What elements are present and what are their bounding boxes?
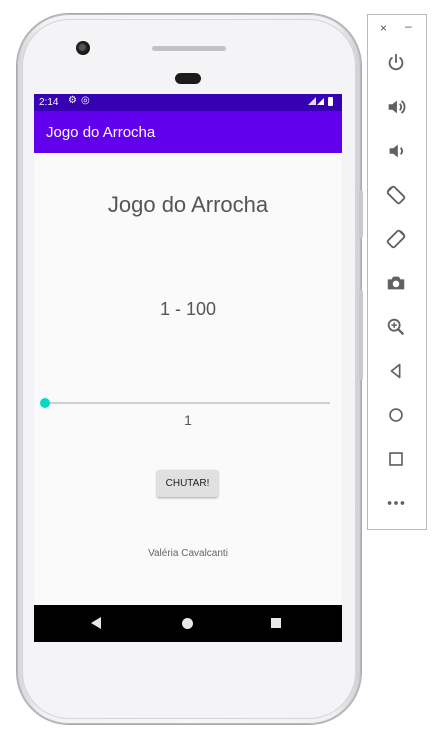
game-title: Jogo do Arrocha (107, 192, 269, 217)
app-bar-title: Jogo do Arrocha (46, 124, 156, 141)
slider-value: 1 (184, 412, 192, 428)
sync-icon: ◎ (80, 95, 94, 106)
zoom-icon[interactable] (384, 315, 408, 339)
volume-up-icon[interactable] (384, 95, 408, 119)
phone-volume-side-button (359, 290, 363, 380)
author-credit: Valéria Cavalcanti (148, 548, 228, 559)
rotate-left-icon[interactable] (384, 183, 408, 207)
back-icon[interactable] (384, 359, 408, 383)
volume-down-icon[interactable] (384, 139, 408, 163)
more-icon[interactable] (384, 491, 408, 515)
slider-thumb[interactable] (40, 398, 50, 408)
nav-home-icon[interactable] (182, 618, 193, 629)
status-notification-icons: ⚙◎ (68, 95, 94, 106)
rotate-right-icon[interactable] (384, 227, 408, 251)
range-label: 1 - 100 (159, 299, 217, 319)
status-system-icons (306, 96, 336, 110)
navigation-bar (34, 605, 342, 642)
close-icon[interactable]: × (380, 21, 387, 35)
power-icon[interactable] (384, 51, 408, 75)
emulator-control-panel: × – (367, 14, 427, 530)
device-screen: 2:14 ⚙◎ Jogo do Arrocha Jogo do Arrocha … (34, 94, 342, 642)
guess-slider[interactable] (40, 396, 330, 410)
status-bar: 2:14 ⚙◎ (34, 94, 342, 111)
earpiece-speaker (152, 46, 226, 51)
nav-back-icon[interactable] (91, 617, 101, 629)
nav-recents-icon[interactable] (271, 618, 281, 628)
status-time: 2:14 (39, 97, 59, 108)
panel-window-controls: × – (368, 19, 426, 37)
phone-power-side-button (359, 190, 363, 238)
signal-battery-icon (308, 97, 333, 106)
front-camera-icon (76, 41, 90, 55)
speaker-grille (175, 73, 201, 84)
gear-icon: ⚙ (68, 95, 81, 106)
overview-icon[interactable] (384, 447, 408, 471)
camera-icon[interactable] (384, 271, 408, 295)
slider-track (45, 402, 330, 404)
guess-button[interactable]: CHUTAR! (157, 470, 218, 497)
app-bar: Jogo do Arrocha (34, 111, 342, 153)
minimize-icon[interactable]: – (405, 19, 412, 33)
home-icon[interactable] (384, 403, 408, 427)
